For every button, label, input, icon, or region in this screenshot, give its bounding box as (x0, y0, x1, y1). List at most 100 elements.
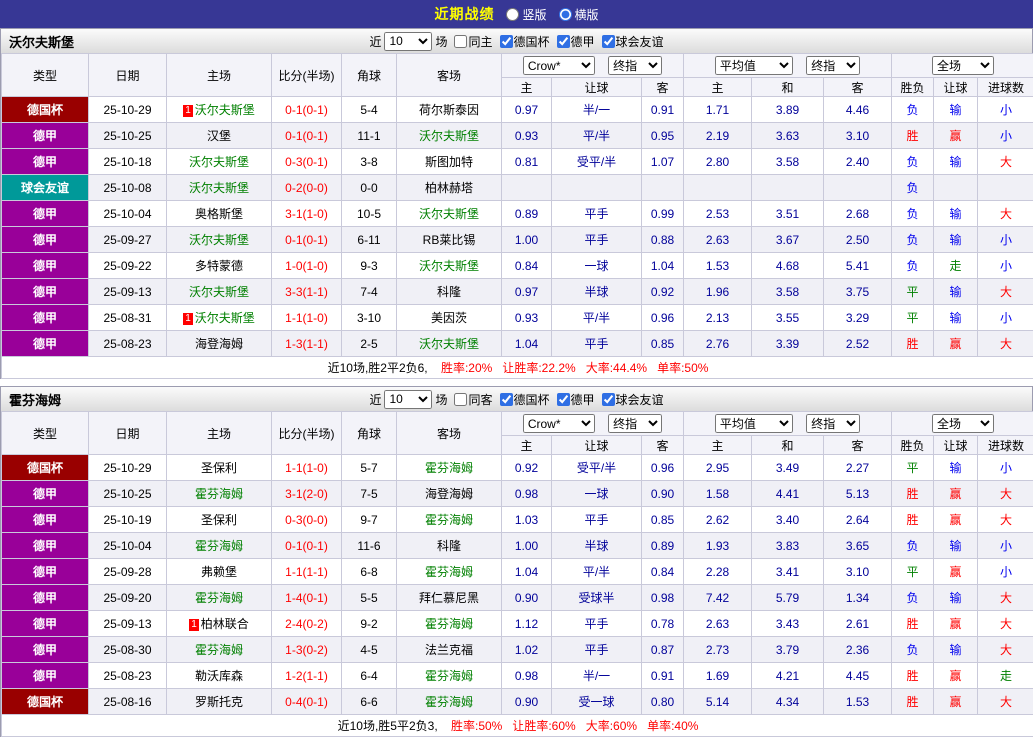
avg-odds-select[interactable]: 平均值 (715, 414, 793, 433)
avg-stage-select[interactable]: 终指 (806, 56, 860, 75)
team-name-text: 霍芬海姆 (425, 669, 473, 683)
league-filter-friendly[interactable]: 球会友谊 (598, 33, 664, 50)
match-date: 25-10-25 (89, 481, 167, 507)
result-handicap: 输 (934, 149, 978, 175)
result-scope-select[interactable]: 全场 (932, 56, 994, 75)
odds-value: 4.68 (752, 253, 824, 279)
col-result-goals: 进球数 (978, 436, 1033, 455)
odds-company-select[interactable]: Crow* (523, 414, 595, 433)
match-row: 德甲25-09-20霍芬海姆1-4(0-1)5-5拜仁慕尼黑0.90受球半0.9… (2, 585, 1033, 611)
league-friendly-checkbox[interactable] (602, 393, 615, 406)
league-bundesliga-checkbox[interactable] (557, 393, 570, 406)
odds-value: 1.00 (502, 533, 552, 559)
odds-value: 3.58 (752, 279, 824, 305)
result-goals: 大 (978, 279, 1033, 305)
match-row: 德甲25-10-25霍芬海姆3-1(2-0)7-5海登海姆0.98一球0.901… (2, 481, 1033, 507)
avg-stage-select[interactable]: 终指 (806, 414, 860, 433)
odds-value: 平手 (552, 227, 642, 253)
layout-horizontal-option[interactable]: 横版 (559, 6, 599, 23)
team-name-text: 美因茨 (431, 311, 467, 325)
result-goals: 小 (978, 559, 1033, 585)
odds-company-select[interactable]: Crow* (523, 56, 595, 75)
odds-value: 受平/半 (552, 455, 642, 481)
corner-count: 11-6 (342, 533, 397, 559)
match-score: 0-3(0-1) (272, 149, 342, 175)
corner-count: 9-2 (342, 611, 397, 637)
away-team: 霍芬海姆 (397, 559, 502, 585)
same-venue-label: 同主 (468, 33, 492, 50)
odds-value: 1.96 (684, 279, 752, 305)
same-venue-filter[interactable]: 同客 (450, 391, 492, 408)
home-team: 奥格斯堡 (167, 201, 272, 227)
odds-value: 0.97 (502, 279, 552, 305)
team-name-text: 柏林联合 (201, 617, 249, 631)
match-score: 0-3(0-0) (272, 507, 342, 533)
league-filter-bundesliga[interactable]: 德甲 (553, 33, 595, 50)
result-goals: 小 (978, 455, 1033, 481)
league-filter-bundesliga[interactable]: 德甲 (553, 391, 595, 408)
league-cup-checkbox[interactable] (500, 35, 513, 48)
odds-value: 3.75 (824, 279, 892, 305)
away-team: 科隆 (397, 279, 502, 305)
match-date: 25-10-04 (89, 533, 167, 559)
odds-value: 1.53 (684, 253, 752, 279)
summary-line: 近10场,胜2平2负6, 胜率:20%让胜率:22.2%大率:44.4%单率:5… (2, 357, 1033, 379)
team-name-text: 沃尔夫斯堡 (189, 155, 249, 169)
corner-count: 6-8 (342, 559, 397, 585)
result-scope-select[interactable]: 全场 (932, 414, 994, 433)
odds-value: 平手 (552, 637, 642, 663)
odds-stage-select[interactable]: 终指 (608, 414, 662, 433)
result-outcome: 胜 (892, 123, 934, 149)
same-venue-checkbox[interactable] (454, 35, 467, 48)
same-venue-checkbox[interactable] (454, 393, 467, 406)
layout-vertical-option[interactable]: 竖版 (506, 6, 546, 23)
match-row: 德甲25-10-18沃尔夫斯堡0-3(0-1)3-8斯图加特0.81受平/半1.… (2, 149, 1033, 175)
layout-horizontal-radio[interactable] (559, 8, 572, 21)
col-odds-handicap: 让球 (552, 436, 642, 455)
league-filter-cup[interactable]: 德国杯 (496, 391, 550, 408)
odds-stage-select[interactable]: 终指 (608, 56, 662, 75)
same-venue-filter[interactable]: 同主 (450, 33, 492, 50)
col-result-wdl: 胜负 (892, 78, 934, 97)
col-avg-draw: 和 (752, 78, 824, 97)
odds-value: 3.65 (824, 533, 892, 559)
match-type-cell: 德甲 (2, 507, 89, 533)
away-team: 沃尔夫斯堡 (397, 331, 502, 357)
layout-vertical-radio[interactable] (506, 8, 519, 21)
odds-value: 0.90 (642, 481, 684, 507)
match-count-select[interactable]: 10 (384, 390, 432, 409)
away-team: 霍芬海姆 (397, 455, 502, 481)
match-score: 0-1(0-1) (272, 533, 342, 559)
league-cup-checkbox[interactable] (500, 393, 513, 406)
odds-value: 2.68 (824, 201, 892, 227)
match-count-select[interactable]: 10 (384, 32, 432, 51)
corner-count: 3-8 (342, 149, 397, 175)
avg-odds-select[interactable]: 平均值 (715, 56, 793, 75)
result-goals: 大 (978, 611, 1033, 637)
match-type-cell: 德甲 (2, 305, 89, 331)
result-outcome: 负 (892, 175, 934, 201)
league-bundesliga-checkbox[interactable] (557, 35, 570, 48)
odds-value: 1.07 (642, 149, 684, 175)
team-name-text: 勒沃库森 (195, 669, 243, 683)
odds-company-header: Crow* 终指 (502, 54, 684, 78)
odds-value: 受球半 (552, 585, 642, 611)
odds-value: 受平/半 (552, 149, 642, 175)
league-bundesliga-label: 德甲 (571, 33, 595, 50)
team-bar: 沃尔夫斯堡 近 10 场 同主 德国杯 德甲 球会友谊 (1, 28, 1032, 53)
match-type-cell: 德甲 (2, 637, 89, 663)
team-name-text: 霍芬海姆 (195, 643, 243, 657)
result-outcome: 胜 (892, 611, 934, 637)
result-goals: 大 (978, 201, 1033, 227)
odds-value: 1.00 (502, 227, 552, 253)
league-friendly-checkbox[interactable] (602, 35, 615, 48)
odds-value: 0.90 (502, 585, 552, 611)
odds-value: 3.89 (752, 97, 824, 123)
league-filter-cup[interactable]: 德国杯 (496, 33, 550, 50)
league-filter-friendly[interactable]: 球会友谊 (598, 391, 664, 408)
team-name: 霍芬海姆 (9, 390, 61, 409)
odds-value (552, 175, 642, 201)
red-number-badge: 1 (183, 105, 193, 117)
odds-value: 3.10 (824, 123, 892, 149)
home-team: 圣保利 (167, 455, 272, 481)
